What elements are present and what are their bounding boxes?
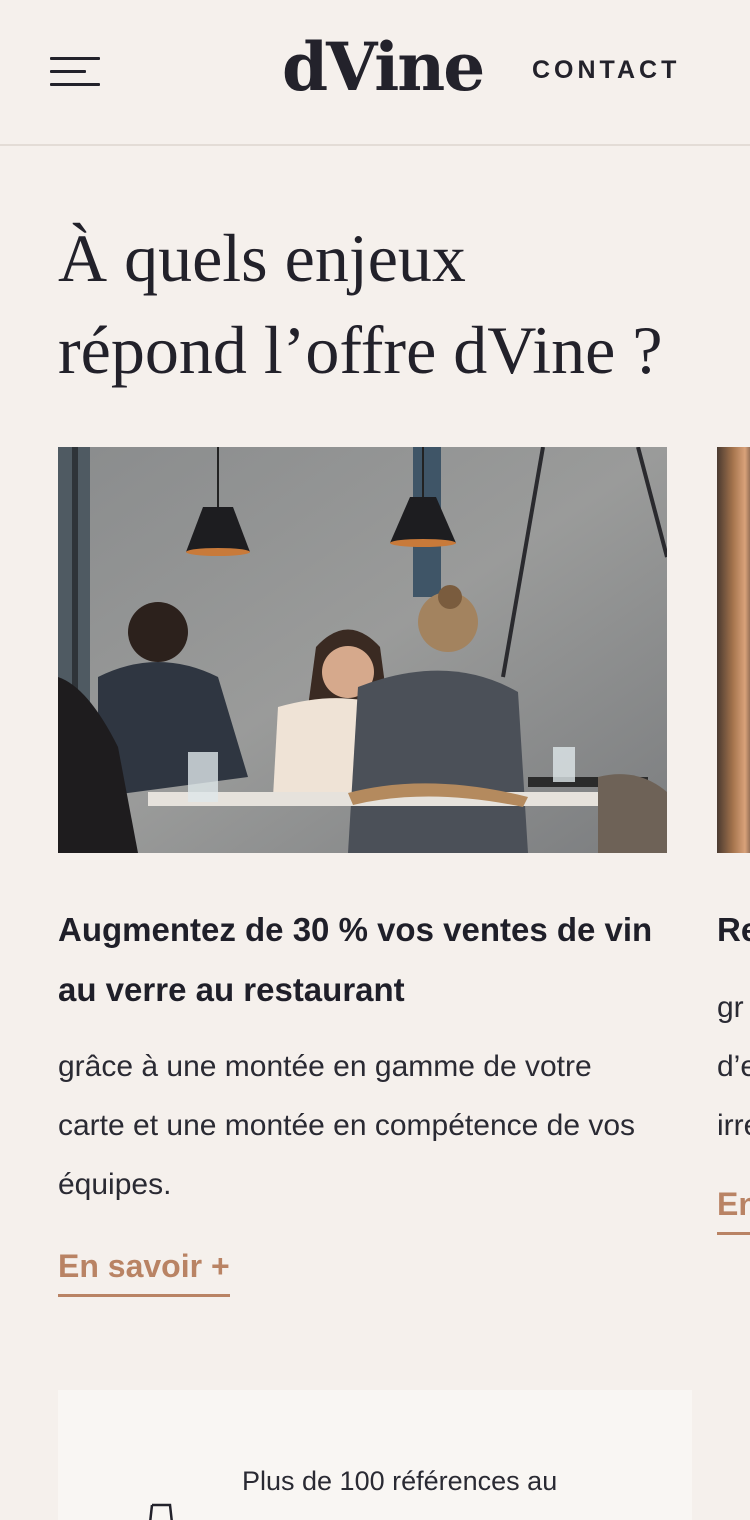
next-card-description: gr d’e irre — [717, 978, 750, 1155]
hamburger-menu-icon[interactable] — [50, 54, 100, 90]
learn-more-link[interactable]: En savoir + — [58, 1244, 230, 1297]
card-description: grâce à une montée en gamme de votre car… — [58, 1050, 636, 1201]
page-title-line-2: répond l’offre dVine ? — [58, 312, 663, 388]
contact-link[interactable]: CONTACT — [532, 56, 680, 85]
next-card-title: Re — [717, 911, 750, 948]
card-image-next — [717, 447, 750, 853]
feature-text: Plus de 100 références au — [242, 1466, 558, 1496]
card-title: Augmentez de 30 % vos ventes de vin au v… — [58, 911, 653, 1008]
next-card-line-2: d’e — [717, 1050, 750, 1083]
page-title: À quels enjeux répond l’offre dVine ? — [58, 212, 718, 396]
site-header: dVine CONTACT — [0, 0, 750, 146]
wine-glass-icon — [149, 1503, 173, 1520]
card-image-restaurant — [58, 447, 667, 853]
next-card-line-1: gr — [717, 991, 744, 1024]
page-title-line-1: À quels enjeux — [58, 220, 466, 296]
logo[interactable]: dVine — [282, 22, 485, 112]
next-card-link[interactable]: En — [717, 1182, 750, 1235]
next-card-line-3: irre — [717, 1109, 750, 1142]
feature-box: Plus de 100 références au — [58, 1390, 692, 1520]
